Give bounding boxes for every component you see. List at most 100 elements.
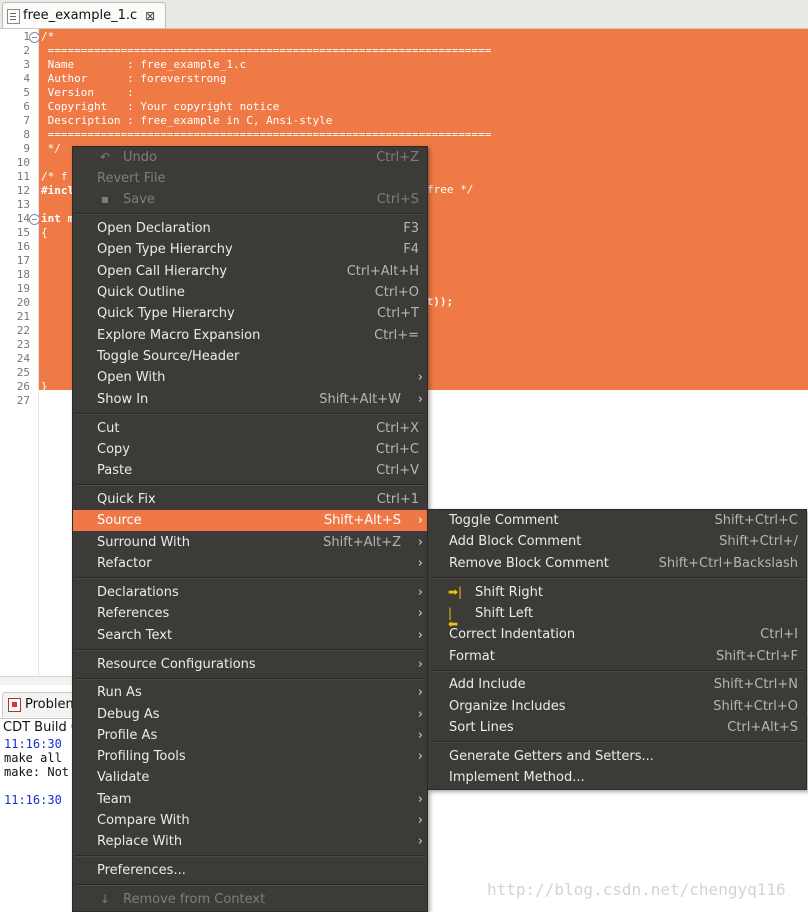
- menu-item-open-type-hierarchy[interactable]: Open Type Hierarchy F4: [73, 239, 427, 260]
- menu-item-remove-from-context[interactable]: ↓ Remove from Context: [73, 889, 427, 910]
- code-line: Name : free_example_1.c: [41, 58, 247, 71]
- menu-item-explore-macro-expansion[interactable]: Explore Macro Expansion Ctrl+=: [73, 325, 427, 346]
- submenu-item-implement-method[interactable]: Implement Method...: [428, 767, 806, 788]
- menu-item-open-with[interactable]: Open With ›: [73, 367, 427, 388]
- menu-item-source[interactable]: Source Shift+Alt+S ›: [73, 510, 427, 531]
- save-icon: ▪: [100, 192, 110, 206]
- problems-icon: [8, 698, 21, 712]
- menu-item-compare-with[interactable]: Compare With ›: [73, 810, 427, 831]
- line-number: 16: [16, 240, 30, 253]
- code-line: }: [41, 380, 48, 393]
- code-line: {: [41, 226, 48, 239]
- menu-item-undo[interactable]: ↶ Undo Ctrl+Z: [73, 147, 427, 168]
- menu-item-replace-with[interactable]: Replace With ›: [73, 831, 427, 852]
- chevron-right-icon: ›: [417, 535, 423, 550]
- menu-separator: [75, 678, 425, 680]
- menu-item-save[interactable]: ▪ Save Ctrl+S: [73, 189, 427, 210]
- chevron-right-icon: ›: [417, 792, 423, 807]
- menu-item-quick-outline[interactable]: Quick Outline Ctrl+O: [73, 282, 427, 303]
- code-line: int m: [41, 212, 75, 225]
- menu-item-references[interactable]: References ›: [73, 603, 427, 624]
- menu-item-preferences[interactable]: Preferences...: [73, 860, 427, 881]
- menu-item-team[interactable]: Team ›: [73, 789, 427, 810]
- code-fragment: free */: [427, 183, 474, 196]
- line-number: 7: [23, 114, 30, 127]
- context-menu: ↶ Undo Ctrl+Z Revert File ▪ Save Ctrl+S …: [72, 146, 428, 912]
- menu-item-open-call-hierarchy[interactable]: Open Call Hierarchy Ctrl+Alt+H: [73, 261, 427, 282]
- menu-item-validate[interactable]: Validate: [73, 767, 427, 788]
- line-number: 12: [16, 184, 30, 197]
- code-line: /*: [41, 30, 55, 43]
- menu-item-cut[interactable]: Cut Ctrl+X: [73, 418, 427, 439]
- chevron-right-icon: ›: [417, 628, 423, 643]
- line-number: 21: [16, 310, 30, 323]
- console-line: make: Not: [4, 765, 70, 779]
- menu-separator: [75, 649, 425, 651]
- line-number-gutter: 1 2 3 4 5 6 7 8 9 10 11 12 13 14 15 16 17 18 19 20 21 22 23 24 2…: [0, 29, 40, 685]
- menu-item-declarations[interactable]: Declarations ›: [73, 582, 427, 603]
- close-icon[interactable]: ⊠: [145, 9, 155, 23]
- menu-separator: [430, 577, 804, 579]
- menu-item-surround-with[interactable]: Surround With Shift+Alt+Z ›: [73, 532, 427, 553]
- menu-separator: [75, 413, 425, 415]
- chevron-right-icon: ›: [417, 585, 423, 600]
- line-number: 2: [23, 44, 30, 57]
- menu-item-debug-as[interactable]: Debug As ›: [73, 704, 427, 725]
- menu-item-run-as[interactable]: Run As ›: [73, 682, 427, 703]
- submenu-item-toggle-comment[interactable]: Toggle Comment Shift+Ctrl+C: [428, 510, 806, 531]
- line-number: 14: [16, 212, 30, 225]
- code-line: */: [41, 142, 61, 155]
- chevron-right-icon: ›: [417, 606, 423, 621]
- menu-item-toggle-source-header[interactable]: Toggle Source/Header: [73, 346, 427, 367]
- submenu-item-add-block-comment[interactable]: Add Block Comment Shift+Ctrl+/: [428, 531, 806, 552]
- undo-icon: ↶: [99, 150, 111, 164]
- line-number: 18: [16, 268, 30, 281]
- menu-item-paste[interactable]: Paste Ctrl+V: [73, 460, 427, 481]
- chevron-right-icon: ›: [417, 685, 423, 700]
- problems-tab[interactable]: Problen: [2, 692, 81, 717]
- submenu-item-organize-includes[interactable]: Organize Includes Shift+Ctrl+O: [428, 696, 806, 717]
- menu-item-refactor[interactable]: Refactor ›: [73, 553, 427, 574]
- submenu-item-correct-indentation[interactable]: Correct Indentation Ctrl+I: [428, 624, 806, 645]
- chevron-right-icon: ›: [417, 392, 423, 407]
- code-line: ========================================…: [41, 44, 492, 57]
- line-number: 10: [16, 156, 30, 169]
- line-number: 3: [23, 58, 30, 71]
- menu-item-profile-as[interactable]: Profile As ›: [73, 725, 427, 746]
- console-line: make all: [4, 751, 62, 765]
- code-line: Description : free_example in C, Ansi-st…: [41, 114, 333, 127]
- menu-separator: [430, 741, 804, 743]
- code-line: Version :: [41, 86, 134, 99]
- submenu-item-shift-left[interactable]: |⬅ Shift Left: [428, 603, 806, 630]
- submenu-item-generate-getters-setters[interactable]: Generate Getters and Setters...: [428, 746, 806, 767]
- submenu-item-remove-block-comment[interactable]: Remove Block Comment Shift+Ctrl+Backslas…: [428, 553, 806, 574]
- submenu-item-add-include[interactable]: Add Include Shift+Ctrl+N: [428, 674, 806, 695]
- console-line: 11:16:30: [4, 793, 62, 807]
- submenu-item-sort-lines[interactable]: Sort Lines Ctrl+Alt+S: [428, 717, 806, 738]
- shift-right-icon: ➡|: [448, 585, 463, 599]
- menu-item-revert-file[interactable]: Revert File: [73, 168, 427, 189]
- menu-item-resource-configurations[interactable]: Resource Configurations ›: [73, 654, 427, 675]
- chevron-right-icon: ›: [417, 728, 423, 743]
- submenu-item-shift-right[interactable]: ➡| Shift Right: [428, 582, 806, 603]
- remove-context-icon: ↓: [99, 892, 111, 906]
- editor-tab-bar: free_example_1.c ⊠: [0, 0, 808, 29]
- menu-item-profiling-tools[interactable]: Profiling Tools ›: [73, 746, 427, 767]
- code-line: Copyright : Your copyright notice: [41, 100, 280, 113]
- menu-item-open-declaration[interactable]: Open Declaration F3: [73, 218, 427, 239]
- editor-tab[interactable]: free_example_1.c ⊠: [2, 2, 167, 28]
- line-number: 24: [16, 352, 30, 365]
- line-number: 6: [23, 100, 30, 113]
- menu-separator: [75, 577, 425, 579]
- chevron-right-icon: ›: [417, 370, 423, 385]
- line-number: 23: [16, 338, 30, 351]
- menu-item-quick-type-hierarchy[interactable]: Quick Type Hierarchy Ctrl+T: [73, 303, 427, 324]
- chevron-right-icon: ›: [417, 834, 423, 849]
- menu-item-copy[interactable]: Copy Ctrl+C: [73, 439, 427, 460]
- submenu-item-format[interactable]: Format Shift+Ctrl+F: [428, 646, 806, 667]
- menu-item-show-in[interactable]: Show In Shift+Alt+W ›: [73, 389, 427, 410]
- menu-item-quick-fix[interactable]: Quick Fix Ctrl+1: [73, 489, 427, 510]
- menu-item-search-text[interactable]: Search Text ›: [73, 625, 427, 646]
- chevron-right-icon: ›: [417, 657, 423, 672]
- line-number: 4: [23, 72, 30, 85]
